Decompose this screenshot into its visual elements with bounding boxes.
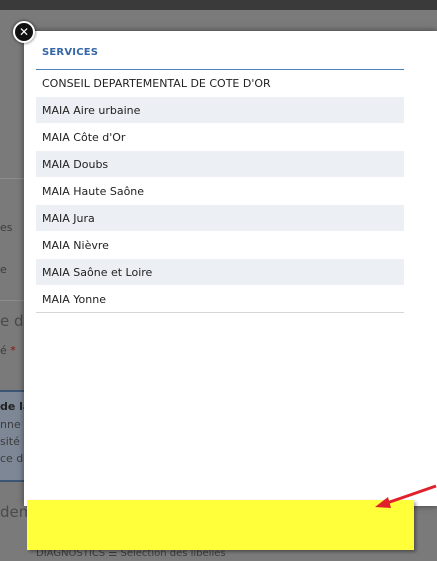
service-row[interactable]: MAIA Aire urbaine bbox=[36, 97, 404, 124]
service-row[interactable]: MAIA Yonne bbox=[36, 286, 404, 313]
yellow-highlight-box bbox=[27, 500, 414, 550]
service-row[interactable]: CONSEIL DEPARTEMENTAL DE COTE D'OR bbox=[36, 70, 404, 97]
background-divider bbox=[0, 178, 26, 179]
background-bottom-strip: DIAGNOSTICS ☰ Sélection des libellés bbox=[0, 548, 437, 561]
services-table: SERVICES CONSEIL DEPARTEMENTAL DE COTE D… bbox=[36, 46, 404, 313]
background-divider bbox=[0, 300, 26, 301]
service-row[interactable]: MAIA Doubs bbox=[36, 151, 404, 178]
service-row[interactable]: MAIA Côte d'Or bbox=[36, 124, 404, 151]
service-row[interactable]: MAIA Jura bbox=[36, 205, 404, 232]
service-row[interactable]: MAIA Saône et Loire bbox=[36, 259, 404, 286]
background-text: e bbox=[0, 263, 7, 276]
background-field-label: é * bbox=[0, 344, 16, 357]
services-modal: SERVICES CONSEIL DEPARTEMENTAL DE COTE D… bbox=[24, 31, 437, 506]
background-text: es bbox=[0, 221, 13, 234]
service-row[interactable]: MAIA Haute Saône bbox=[36, 178, 404, 205]
service-row[interactable]: MAIA Nièvre bbox=[36, 232, 404, 259]
red-arrow-icon bbox=[375, 484, 437, 508]
services-table-header: SERVICES bbox=[36, 46, 404, 70]
background-top-bar bbox=[0, 0, 437, 10]
close-icon[interactable]: ✕ bbox=[13, 21, 35, 43]
